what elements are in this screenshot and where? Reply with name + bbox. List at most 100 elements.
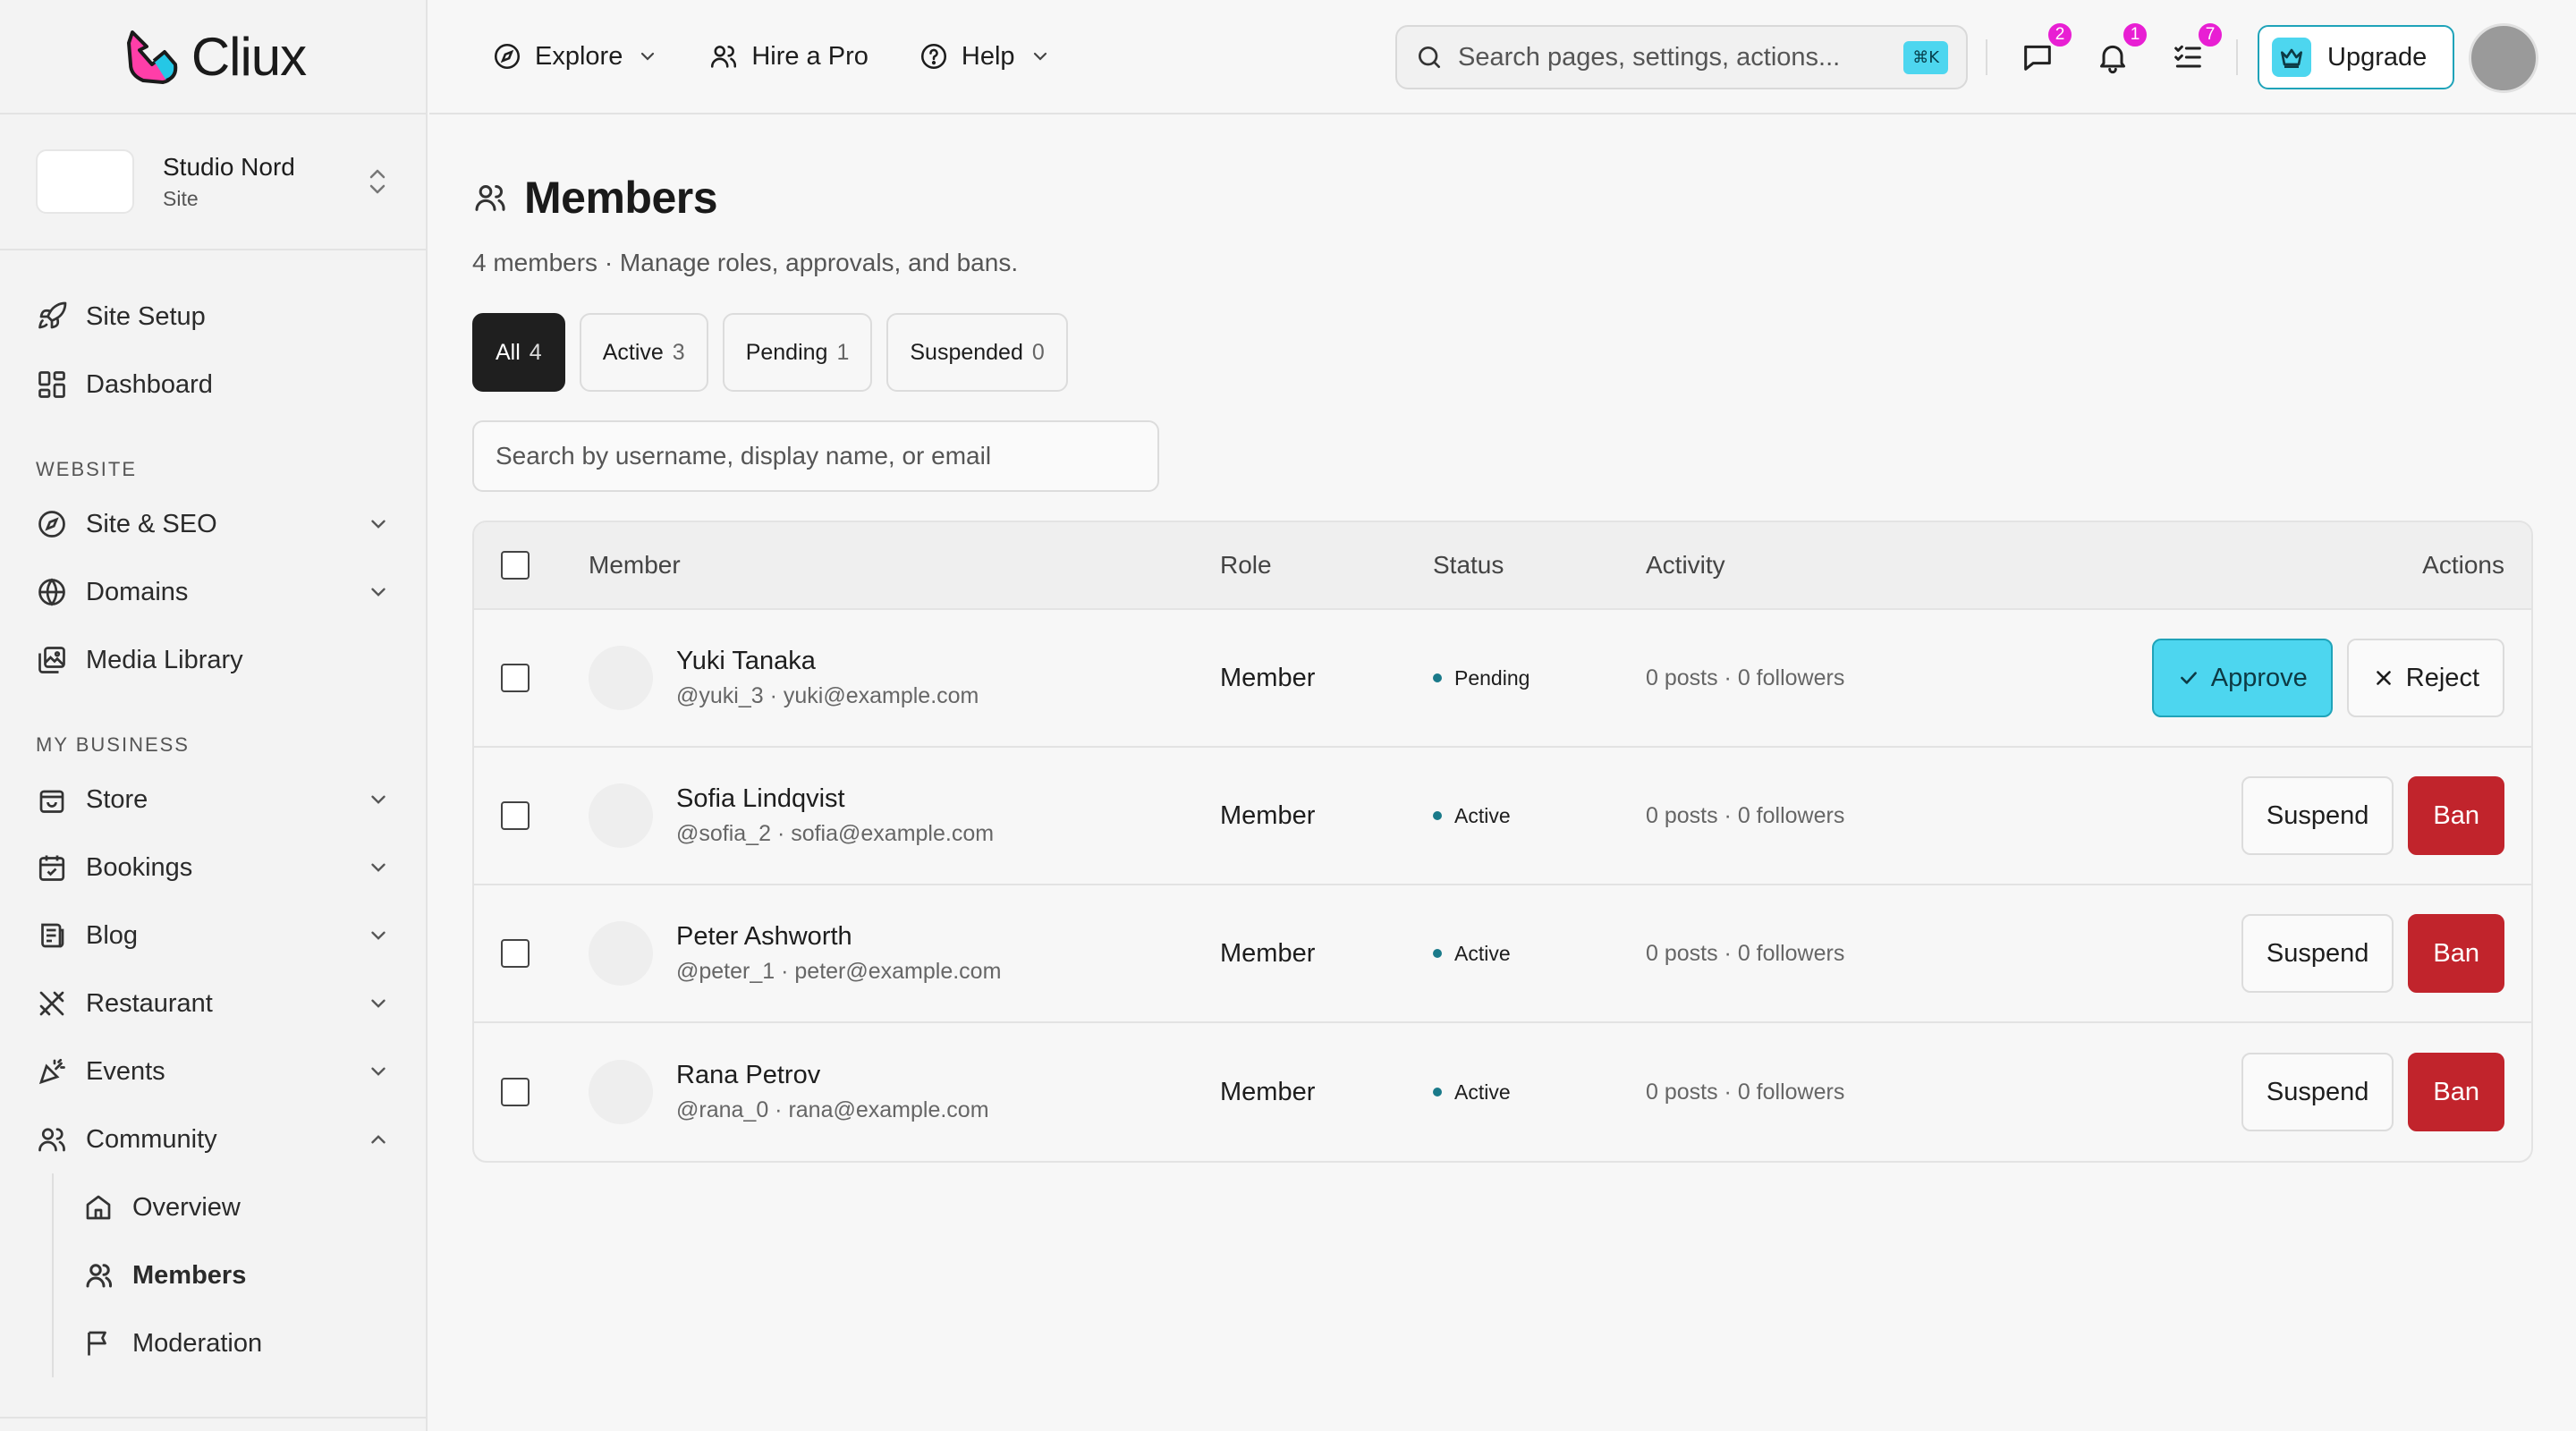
status-label: Active (1454, 941, 1511, 965)
divider (2236, 39, 2238, 75)
table-row: Peter Ashworth @peter_1 · peter@example.… (474, 885, 2531, 1023)
help-menu[interactable]: Help (919, 41, 1051, 72)
member-role: Member (1220, 938, 1316, 968)
member-role: Member (1220, 663, 1316, 692)
approve-label: Approve (2210, 663, 2308, 692)
sidebar-item-dashboard[interactable]: Dashboard (0, 351, 426, 419)
sidebar-item-domains[interactable]: Domains (0, 558, 426, 626)
sidebar-item-label: Dashboard (86, 369, 213, 399)
tab-suspended[interactable]: Suspended 0 (886, 313, 1068, 392)
member-name[interactable]: Rana Petrov (676, 1061, 820, 1090)
row-checkbox[interactable] (501, 939, 530, 968)
explore-menu[interactable]: Explore (492, 41, 658, 72)
column-header-status: Status (1433, 551, 1504, 579)
chevron-down-icon (637, 46, 658, 67)
hire-a-pro-link[interactable]: Hire a Pro (708, 41, 869, 72)
sidebar-item-blog[interactable]: Blog (0, 902, 426, 970)
member-name[interactable]: Sofia Lindqvist (676, 784, 845, 814)
tab-count: 3 (672, 339, 685, 365)
sidebar-item-media-library[interactable]: Media Library (0, 626, 426, 694)
ban-button[interactable]: Ban (2408, 776, 2504, 855)
site-switcher[interactable]: Studio Nord Site (0, 114, 426, 250)
sidebar-item-site-setup[interactable]: Site Setup (0, 283, 426, 351)
status-dot (1433, 811, 1442, 820)
row-checkbox[interactable] (501, 664, 530, 692)
status-badge: Pending (1433, 666, 1530, 690)
close-icon (2372, 666, 2406, 690)
home-icon (82, 1191, 114, 1224)
column-header-member: Member (589, 551, 681, 579)
sidebar-item-events[interactable]: Events (0, 1037, 426, 1105)
upgrade-label: Upgrade (2327, 42, 2428, 72)
chevron-down-icon (367, 580, 390, 604)
member-role: Member (1220, 1077, 1316, 1106)
select-all-checkbox[interactable] (501, 551, 530, 580)
sidebar-item-moderation[interactable]: Moderation (54, 1309, 426, 1377)
notifications-badge: 1 (2122, 21, 2148, 48)
tasks-button[interactable]: 7 (2166, 21, 2224, 79)
site-thumbnail (36, 149, 134, 214)
utensils-icon (36, 987, 68, 1020)
sidebar-item-label: Bookings (86, 852, 193, 882)
section-title-website: WEBSITE (36, 458, 138, 480)
tab-pending[interactable]: Pending 1 (722, 313, 873, 392)
member-meta: @yuki_3 · yuki@example.com (676, 683, 979, 708)
member-search[interactable] (472, 420, 1159, 492)
sidebar-item-bookings[interactable]: Bookings (0, 834, 426, 902)
check-icon (2177, 666, 2211, 690)
ban-button[interactable]: Ban (2408, 914, 2504, 993)
help-label: Help (961, 41, 1015, 71)
tab-active[interactable]: Active 3 (579, 313, 708, 392)
suspend-button[interactable]: Suspend (2241, 1053, 2394, 1131)
ban-button[interactable]: Ban (2408, 1053, 2504, 1131)
logo-text[interactable]: Cliux (191, 26, 307, 88)
tab-label: Active (602, 339, 664, 365)
table-row: Yuki Tanaka @yuki_3 · yuki@example.com M… (474, 610, 2531, 748)
sidebar-item-members[interactable]: Members (54, 1241, 426, 1309)
global-search[interactable]: ⌘K (1395, 25, 1968, 89)
sidebar-item-restaurant[interactable]: Restaurant (0, 970, 426, 1037)
sidebar-item-site-seo[interactable]: Site & SEO (0, 490, 426, 558)
row-checkbox[interactable] (501, 1078, 530, 1106)
status-badge: Active (1433, 942, 1511, 966)
page-title: Members (524, 173, 718, 223)
reject-button[interactable]: Reject (2346, 639, 2504, 717)
sidebar-item-label: Domains (86, 577, 189, 606)
sidebar-item-community[interactable]: Community (0, 1105, 426, 1173)
messages-button[interactable]: 2 (2016, 21, 2073, 79)
member-name[interactable]: Yuki Tanaka (676, 647, 816, 676)
suspend-button[interactable]: Suspend (2241, 914, 2394, 993)
chevron-down-icon (367, 992, 390, 1015)
sidebar-item-store[interactable]: Store (0, 766, 426, 834)
tab-label: All (496, 339, 521, 365)
sidebar-item-label: Members (132, 1260, 247, 1290)
notifications-button[interactable]: 1 (2091, 21, 2148, 79)
upgrade-button[interactable]: Upgrade (2258, 25, 2454, 89)
status-dot (1433, 673, 1442, 682)
rocket-icon (36, 301, 68, 333)
member-meta: @rana_0 · rana@example.com (676, 1097, 989, 1122)
topbar: Explore Hire a Pro Help ⌘K 2 1 7 Upgrade (429, 0, 2576, 114)
row-checkbox[interactable] (501, 801, 530, 830)
logo-icon[interactable] (120, 25, 182, 88)
user-avatar[interactable] (2469, 23, 2538, 93)
avatar (589, 646, 653, 710)
logo-bar: Cliux (0, 0, 426, 114)
status-dot (1433, 1088, 1442, 1097)
status-badge: Active (1433, 804, 1511, 828)
sidebar-item-overview[interactable]: Overview (54, 1173, 426, 1241)
party-icon (36, 1055, 68, 1088)
suspend-button[interactable]: Suspend (2241, 776, 2394, 855)
member-activity: 0 posts · 0 followers (1646, 940, 1845, 966)
member-name[interactable]: Peter Ashworth (676, 922, 852, 952)
chevron-up-down-icon (365, 165, 390, 198)
community-subnav: Overview Members Moderation (52, 1173, 426, 1377)
sidebar-item-label: Media Library (86, 645, 243, 674)
member-search-input[interactable] (496, 442, 1136, 470)
member-role: Member (1220, 800, 1316, 830)
approve-button[interactable]: Approve (2151, 639, 2333, 717)
tab-label: Pending (745, 339, 828, 365)
sidebar-item-label: Community (86, 1124, 217, 1154)
global-search-input[interactable] (1458, 42, 1904, 72)
tab-all[interactable]: All 4 (472, 313, 565, 392)
